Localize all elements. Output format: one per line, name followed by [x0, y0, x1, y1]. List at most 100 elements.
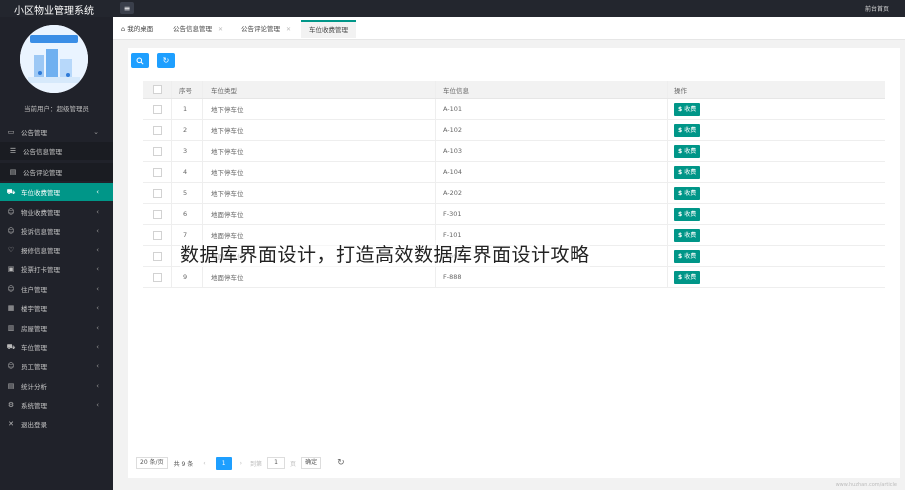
corner-watermark: www.huzhan.com/article — [835, 482, 897, 488]
hamburger-icon[interactable]: ≡ — [120, 2, 134, 14]
close-icon[interactable]: ✕ — [286, 26, 291, 33]
pay-button[interactable]: $ 收费 — [674, 249, 701, 263]
chart-icon: ▤ — [7, 382, 15, 390]
column-header-actions[interactable]: 操作 — [674, 81, 687, 98]
sidebar-item-label: 车位收费管理 — [21, 189, 60, 197]
pay-button[interactable]: $ 收费 — [674, 102, 701, 116]
pay-button[interactable]: $ 收费 — [674, 144, 701, 158]
confirm-button[interactable]: 确定 — [301, 457, 322, 469]
column-header-type[interactable]: 车位类型 — [211, 81, 237, 98]
front-page-link[interactable]: 前台首页 — [865, 4, 889, 13]
sidebar-item-label: 住户管理 — [21, 286, 47, 294]
row-parking-type: 地下停车位 — [211, 106, 244, 114]
refresh-button[interactable]: ↻ — [157, 53, 175, 68]
next-page-button[interactable]: › — [240, 460, 242, 467]
row-parking-info: A-101 — [443, 105, 463, 113]
pay-button[interactable]: $ 收费 — [674, 165, 701, 179]
search-icon — [136, 57, 144, 65]
sidebar-item-announcement-info[interactable]: ☰ 公告信息管理 — [0, 142, 113, 160]
pay-button[interactable]: $ 收费 — [674, 123, 701, 137]
sidebar-item-label: 投票打卡管理 — [21, 266, 60, 274]
tab-announcement-info[interactable]: 公告信息管理 ✕ — [173, 20, 223, 38]
refresh-icon[interactable]: ↻ — [337, 458, 345, 468]
search-button[interactable] — [131, 53, 149, 68]
refresh-icon: ↻ — [162, 56, 170, 65]
pay-button[interactable]: $ 收费 — [674, 228, 701, 242]
current-page[interactable]: 1 — [215, 456, 232, 470]
chevron-down-icon: ⌄ — [93, 128, 99, 136]
page-size-select[interactable]: 20 条/页 — [136, 457, 168, 469]
row-parking-info: A-104 — [443, 168, 463, 176]
sidebar-item-statistics[interactable]: ▤ 统计分析 ‹ — [0, 377, 113, 395]
sidebar-item-label: 车位管理 — [21, 344, 47, 352]
tab-announcement-comments[interactable]: 公告评论管理 ✕ — [241, 20, 291, 38]
column-header-no[interactable]: 序号 — [179, 81, 192, 98]
chevron-left-icon: ‹ — [96, 285, 99, 293]
sidebar-item-repairs[interactable]: ♡ 报修信息管理 ‹ — [0, 241, 113, 259]
table-row: 4 地下停车位 A-104 $ 收费 — [143, 162, 885, 183]
profile-area: 当前用户：超级管理员 — [0, 17, 113, 117]
sidebar-item-complaints[interactable]: ☺ 投诉信息管理 ‹ — [0, 222, 113, 240]
row-checkbox[interactable] — [153, 99, 162, 119]
sidebar-item-staff[interactable]: ☺ 员工管理 ‹ — [0, 357, 113, 375]
sidebar-item-votes[interactable]: ▣ 投票打卡管理 ‹ — [0, 260, 113, 278]
row-checkbox[interactable] — [153, 267, 162, 287]
row-no: 9 — [183, 273, 188, 281]
sidebar-item-announcements[interactable]: ▭ 公告管理 ⌄ — [0, 123, 113, 141]
list-icon: ☰ — [9, 147, 17, 155]
sidebar-item-announcement-comments[interactable]: ▤ 公告评论管理 — [0, 163, 113, 181]
dollar-icon: $ — [678, 210, 683, 218]
car-icon: ⛟ — [6, 187, 16, 196]
row-checkbox[interactable] — [153, 246, 162, 266]
user-icon: ☺ — [7, 285, 15, 293]
row-no: 4 — [183, 168, 188, 176]
goto-page-input[interactable]: 1 — [267, 457, 286, 469]
sidebar-item-label: 报修信息管理 — [21, 247, 60, 255]
sidebar-item-parking-fees[interactable]: ⛟ 车位收费管理 ‹ — [0, 183, 113, 201]
dollar-icon: $ — [678, 105, 683, 113]
pay-button[interactable]: $ 收费 — [674, 270, 701, 284]
table-row: 2 地下停车位 A-102 $ 收费 — [143, 120, 885, 141]
table-row: 9 地面停车位 F-888 $ 收费 — [143, 267, 885, 288]
close-icon[interactable]: ✕ — [218, 26, 223, 33]
sidebar-item-label: 退出登录 — [21, 421, 47, 429]
row-checkbox[interactable] — [153, 162, 162, 182]
row-checkbox[interactable] — [153, 204, 162, 224]
row-checkbox[interactable] — [153, 183, 162, 203]
sidebar-item-logout[interactable]: ✕ 退出登录 — [0, 415, 113, 433]
chevron-left-icon: ‹ — [96, 188, 99, 196]
row-checkbox[interactable] — [153, 225, 162, 245]
close-icon: ✕ — [8, 420, 14, 428]
building-icon: ▦ — [7, 304, 15, 312]
select-all-checkbox[interactable] — [153, 81, 162, 98]
row-parking-type: 地下停车位 — [211, 148, 244, 156]
pay-button[interactable]: $ 收费 — [674, 207, 701, 221]
row-no: 3 — [183, 147, 188, 155]
pay-button[interactable]: $ 收费 — [674, 186, 701, 200]
sidebar-item-houses[interactable]: ▥ 房屋管理 ‹ — [0, 319, 113, 337]
chevron-left-icon: ‹ — [96, 246, 99, 254]
row-parking-info: A-202 — [443, 189, 463, 197]
table-row: 3 地下停车位 A-103 $ 收费 — [143, 141, 885, 162]
row-checkbox[interactable] — [153, 120, 162, 140]
row-checkbox[interactable] — [153, 141, 162, 161]
sidebar-item-property-fees[interactable]: ☺ 物业收费管理 ‹ — [0, 203, 113, 221]
row-parking-type: 地下停车位 — [211, 169, 244, 177]
sidebar-item-parking-spaces[interactable]: ⛟ 车位管理 ‹ — [0, 338, 113, 356]
row-no: 2 — [183, 126, 188, 134]
chevron-left-icon: ‹ — [96, 227, 99, 235]
current-user-label: 当前用户：超级管理员 — [24, 105, 89, 113]
sidebar-item-residents[interactable]: ☺ 住户管理 ‹ — [0, 280, 113, 298]
prev-page-button[interactable]: ‹ — [203, 460, 205, 467]
tab-parking-fees[interactable]: 车位收费管理 — [301, 20, 356, 38]
sidebar-item-system[interactable]: ⚙ 系统管理 ‹ — [0, 396, 113, 414]
row-parking-type: 地下停车位 — [211, 190, 244, 198]
sidebar-item-buildings[interactable]: ▦ 楼宇管理 ‹ — [0, 299, 113, 317]
row-parking-info: A-103 — [443, 147, 463, 155]
column-header-info[interactable]: 车位信息 — [443, 81, 469, 98]
row-parking-type: 地下停车位 — [211, 127, 244, 135]
tab-desktop[interactable]: ⌂ 我的桌面 — [121, 20, 153, 38]
chevron-left-icon: ‹ — [96, 343, 99, 351]
gear-icon: ⚙ — [7, 401, 15, 409]
chevron-left-icon: ‹ — [96, 382, 99, 390]
